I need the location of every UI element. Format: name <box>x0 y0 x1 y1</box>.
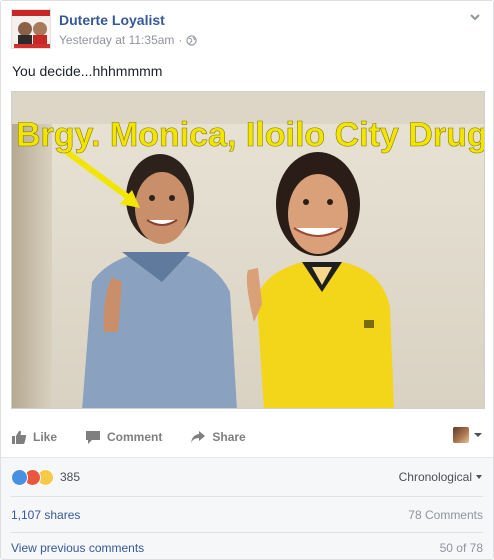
share-button[interactable]: Share <box>190 429 246 445</box>
post-meta: Yesterday at 11:35am · <box>59 33 198 47</box>
like-label: Like <box>33 430 58 444</box>
like-reaction-icon <box>11 468 28 486</box>
comments-count[interactable]: 78 Comments <box>408 508 483 522</box>
timestamp[interactable]: Yesterday at 11:35am <box>59 33 174 47</box>
globe-icon <box>186 34 198 46</box>
post-header: Duterte Loyalist Yesterday at 11:35am · <box>11 9 483 51</box>
share-icon <box>191 431 206 443</box>
reactions-row: 385 Chronological <box>11 466 483 488</box>
photo-caption: Brgy. Monica, Iloilo City Drug Lord <box>16 116 485 154</box>
chevron-down-icon <box>476 475 482 479</box>
like-button[interactable]: Like <box>11 429 57 445</box>
page-avatar[interactable] <box>11 9 51 49</box>
post-as-selector[interactable] <box>453 427 483 443</box>
comment-button[interactable]: Comment <box>85 429 162 445</box>
chevron-down-icon <box>474 433 482 437</box>
previous-comments-row: View previous comments 50 of 78 <box>11 537 483 559</box>
reaction-count[interactable]: 385 <box>60 470 80 484</box>
share-label: Share <box>212 430 246 444</box>
post-actions: Like Comment Share <box>11 421 483 453</box>
divider <box>11 496 483 497</box>
like-icon <box>12 430 27 444</box>
photo-illustration: Brgy. Monica, Iloilo City Drug Lord <box>12 92 485 408</box>
view-previous-comments-link[interactable]: View previous comments <box>11 541 144 555</box>
comment-paging: 50 of 78 <box>439 541 483 555</box>
post-text: You decide...hhhmmmm <box>12 63 163 79</box>
author-name[interactable]: Duterte Loyalist <box>59 12 165 28</box>
shares-link[interactable]: 1,107 shares <box>11 508 80 522</box>
reaction-icons[interactable] <box>11 468 54 486</box>
comment-icon <box>86 431 101 444</box>
sort-dropdown[interactable]: Chronological <box>399 470 483 484</box>
chevron-down-icon[interactable] <box>467 9 483 25</box>
comment-label: Comment <box>107 430 163 444</box>
shares-row: 1,107 shares 78 Comments <box>11 504 483 526</box>
viewer-avatar <box>453 427 469 443</box>
divider <box>11 532 483 533</box>
post-photo[interactable]: Brgy. Monica, Iloilo City Drug Lord <box>11 91 485 409</box>
engagement-section: 385 Chronological 1,107 shares 78 Commen… <box>1 457 493 559</box>
sort-label: Chronological <box>398 470 472 484</box>
post-card: Duterte Loyalist Yesterday at 11:35am · … <box>0 0 494 560</box>
meta-separator: · <box>178 33 183 47</box>
